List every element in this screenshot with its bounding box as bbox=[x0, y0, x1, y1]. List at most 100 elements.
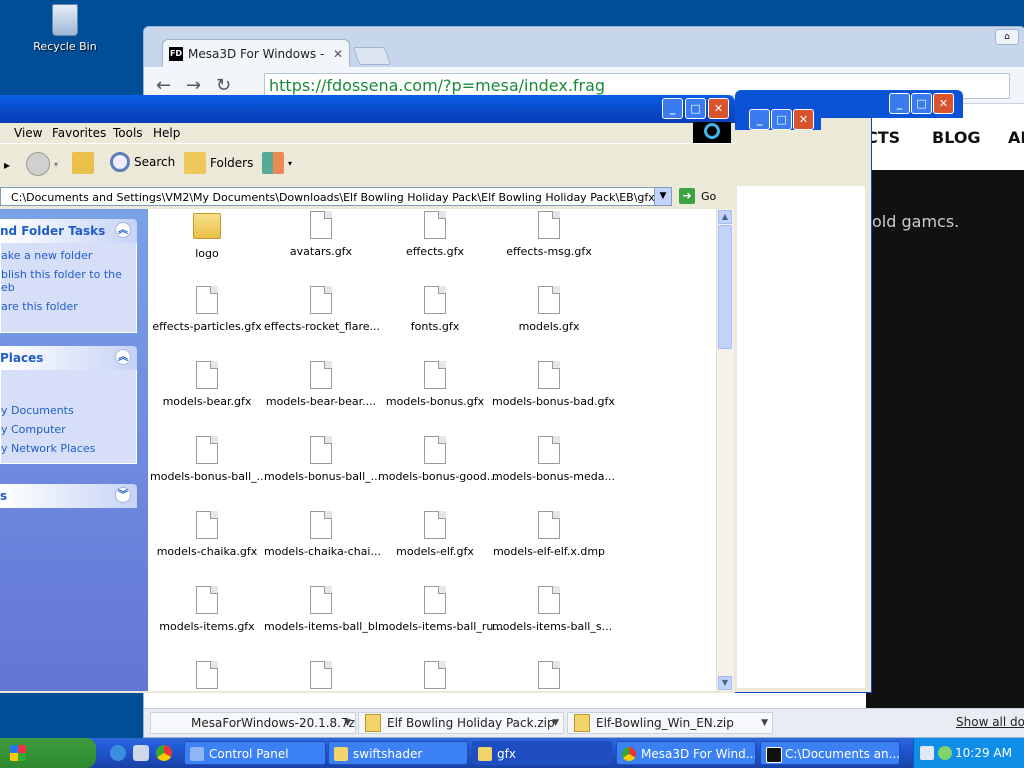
task-link-share[interactable]: are this folder bbox=[1, 300, 136, 313]
folder-tasks-header[interactable]: nd Folder Tasks ︽ bbox=[0, 219, 137, 243]
search-button[interactable]: Search bbox=[110, 152, 175, 172]
folder-item[interactable]: logo bbox=[150, 211, 264, 260]
file-item[interactable]: effects-msg.gfx bbox=[492, 211, 606, 258]
file-item[interactable]: models-bonus-ball_... bbox=[264, 436, 381, 483]
collapse-icon[interactable]: ︽ bbox=[115, 222, 131, 238]
recycle-bin[interactable]: Recycle Bin bbox=[30, 0, 100, 53]
task-link-new-folder[interactable]: ake a new folder bbox=[1, 249, 136, 262]
site-nav-item-about[interactable]: AB bbox=[1008, 128, 1024, 147]
profile-icon[interactable]: ⌂ bbox=[995, 29, 1019, 45]
network-icon[interactable] bbox=[938, 746, 952, 760]
file-item[interactable] bbox=[492, 661, 606, 691]
download-item[interactable]: MesaForWindows-20.1.8.7z ▼ bbox=[150, 712, 356, 734]
other-places-header[interactable]: Places ︽ bbox=[0, 346, 137, 370]
back-dropdown-icon[interactable]: ▸ bbox=[4, 158, 10, 172]
go-button[interactable]: ➜ Go bbox=[679, 188, 716, 204]
file-item[interactable]: models-items-ball_bl... bbox=[264, 586, 388, 633]
file-item[interactable]: effects-particles.gfx bbox=[150, 286, 264, 333]
scroll-thumb[interactable] bbox=[718, 225, 732, 349]
file-item[interactable]: models.gfx bbox=[492, 286, 606, 333]
scroll-up-icon[interactable]: ▲ bbox=[718, 210, 732, 224]
minimize-icon[interactable]: _ bbox=[749, 109, 770, 130]
taskbar-item-label: gfx bbox=[497, 747, 516, 761]
place-link-network-places[interactable]: y Network Places bbox=[1, 442, 136, 455]
download-item[interactable]: Elf-Bowling_Win_EN.zip ▼ bbox=[567, 712, 773, 734]
file-item[interactable]: models-bonus-good... bbox=[378, 436, 497, 483]
file-item[interactable]: effects.gfx bbox=[378, 211, 492, 258]
back-icon[interactable]: ← bbox=[156, 75, 171, 96]
reload-icon[interactable]: ↻ bbox=[216, 75, 231, 96]
file-item[interactable]: models-bear.gfx bbox=[150, 361, 264, 408]
address-field[interactable]: C:\Documents and Settings\VM2\My Documen… bbox=[0, 187, 672, 206]
up-folder-button[interactable] bbox=[72, 152, 98, 174]
details-header[interactable]: s ︾ bbox=[0, 484, 137, 508]
minimize-icon[interactable]: _ bbox=[889, 93, 910, 114]
file-item[interactable]: models-elf-elf.x.dmp bbox=[492, 511, 606, 558]
file-item[interactable]: models-bonus-meda... bbox=[492, 436, 615, 483]
taskbar-item-chrome[interactable]: Mesa3D For Wind... bbox=[616, 741, 756, 765]
expand-icon[interactable]: ︾ bbox=[115, 487, 131, 503]
close-tab-icon[interactable]: ✕ bbox=[333, 47, 343, 61]
file-item[interactable]: models-bonus-bad.gfx bbox=[492, 361, 615, 408]
menu-tools[interactable]: Tools bbox=[113, 126, 143, 140]
file-item[interactable]: models-elf.gfx bbox=[378, 511, 492, 558]
menu-help[interactable]: Help bbox=[153, 126, 180, 140]
taskbar-item-gfx[interactable]: gfx bbox=[472, 741, 612, 765]
file-item[interactable] bbox=[264, 661, 378, 691]
explorer-titlebar[interactable]: _ □ ✕ bbox=[0, 95, 735, 123]
menu-favorites[interactable]: Favorites bbox=[52, 126, 106, 140]
place-link-my-computer[interactable]: y Computer bbox=[1, 423, 136, 436]
file-item[interactable]: models-bonus-ball_... bbox=[150, 436, 267, 483]
chevron-down-icon[interactable]: ▼ bbox=[761, 718, 768, 728]
taskbar-item-control-panel[interactable]: Control Panel bbox=[184, 741, 326, 765]
minimize-icon[interactable]: _ bbox=[662, 98, 683, 119]
file-item[interactable] bbox=[378, 661, 492, 691]
file-list: logo avatars.gfx effects.gfx effects-msg.gf… bbox=[148, 209, 716, 691]
volume-icon[interactable] bbox=[920, 746, 934, 760]
maximize-icon[interactable]: □ bbox=[685, 98, 706, 119]
ie-icon[interactable] bbox=[110, 745, 126, 761]
show-all-downloads-link[interactable]: Show all do bbox=[956, 715, 1024, 729]
site-nav-item-blog[interactable]: BLOG bbox=[932, 128, 981, 147]
place-link-my-documents[interactable]: y Documents bbox=[1, 404, 136, 417]
collapse-icon[interactable]: ︽ bbox=[115, 349, 131, 365]
file-icon bbox=[538, 436, 560, 464]
chrome-icon[interactable] bbox=[156, 745, 172, 761]
chevron-down-icon[interactable]: ▼ bbox=[552, 718, 559, 728]
close-icon[interactable]: ✕ bbox=[793, 109, 814, 130]
scroll-down-icon[interactable]: ▼ bbox=[718, 676, 732, 690]
taskbar-item-7zip[interactable]: C:\Documents an... bbox=[760, 741, 900, 765]
taskbar-item-swiftshader[interactable]: swiftshader bbox=[328, 741, 468, 765]
chevron-down-icon[interactable]: ▼ bbox=[654, 188, 671, 205]
file-item[interactable]: models-items-ball_s... bbox=[492, 586, 612, 633]
new-tab-button[interactable] bbox=[352, 47, 392, 65]
forward-button[interactable]: ▾ bbox=[26, 152, 58, 176]
file-name: effects-rocket_flare... bbox=[264, 320, 380, 333]
maximize-icon[interactable]: □ bbox=[771, 109, 792, 130]
file-item[interactable]: effects-rocket_flare... bbox=[264, 286, 380, 333]
task-link-publish[interactable]: blish this folder to the eb bbox=[1, 268, 136, 294]
file-item[interactable]: models-items.gfx bbox=[150, 586, 264, 633]
show-desktop-icon[interactable] bbox=[133, 745, 149, 761]
start-button[interactable] bbox=[0, 738, 96, 768]
folders-button[interactable]: Folders bbox=[184, 152, 253, 174]
menu-view[interactable]: View bbox=[14, 126, 42, 140]
file-item[interactable]: models-chaika.gfx bbox=[150, 511, 264, 558]
file-item[interactable]: models-bonus.gfx bbox=[378, 361, 492, 408]
file-item[interactable]: models-chaika-chai... bbox=[264, 511, 381, 558]
maximize-icon[interactable]: □ bbox=[911, 93, 932, 114]
chevron-down-icon[interactable]: ▼ bbox=[344, 718, 351, 728]
file-item[interactable]: models-bear-bear.... bbox=[264, 361, 378, 408]
close-icon[interactable]: ✕ bbox=[708, 98, 729, 119]
close-icon[interactable]: ✕ bbox=[933, 93, 954, 114]
file-item[interactable] bbox=[150, 661, 264, 691]
file-item[interactable]: avatars.gfx bbox=[264, 211, 378, 258]
file-item[interactable]: fonts.gfx bbox=[378, 286, 492, 333]
vertical-scrollbar[interactable]: ▲ ▼ bbox=[716, 209, 734, 691]
forward-icon[interactable]: → bbox=[186, 75, 201, 96]
views-button[interactable]: ▾ bbox=[262, 152, 292, 174]
browser-tab[interactable]: FD Mesa3D For Windows - Fede ✕ bbox=[162, 39, 350, 67]
file-item[interactable]: models-items-ball_ru... bbox=[378, 586, 504, 633]
download-item[interactable]: Elf Bowling Holiday Pack.zip ▼ bbox=[358, 712, 564, 734]
windows-logo-icon bbox=[693, 122, 731, 144]
